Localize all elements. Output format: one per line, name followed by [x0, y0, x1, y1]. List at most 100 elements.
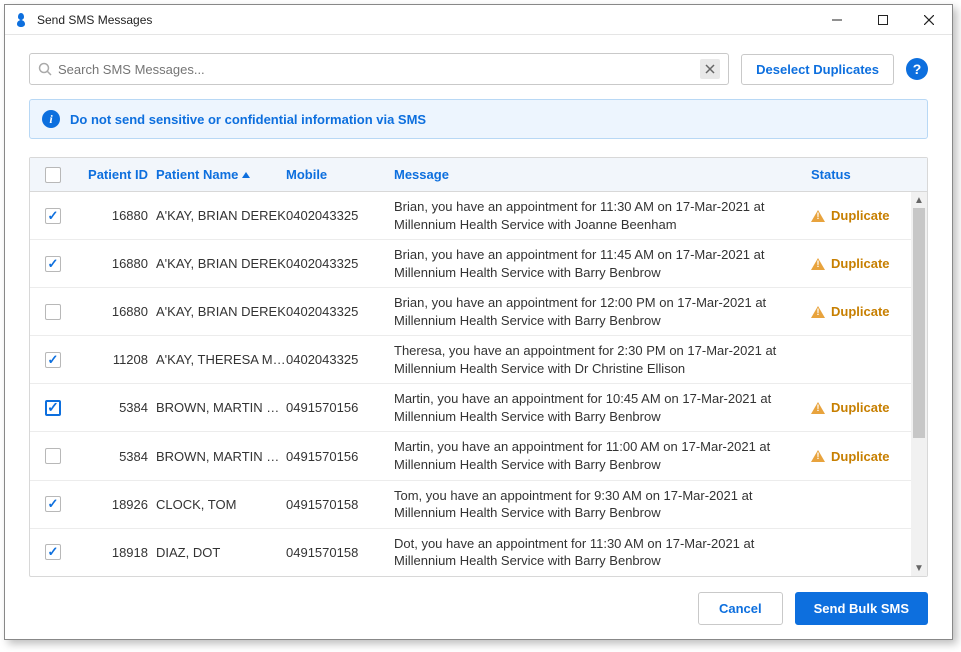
window-controls — [814, 5, 952, 34]
maximize-button[interactable] — [860, 5, 906, 34]
cell-patient-name: A'KAY, BRIAN DEREK — [156, 304, 286, 319]
warning-icon — [811, 258, 825, 270]
warning-icon — [811, 210, 825, 222]
table-row[interactable]: 16880A'KAY, BRIAN DEREK0402043325Brian, … — [30, 288, 927, 336]
row-checkbox[interactable] — [45, 544, 61, 560]
table-row[interactable]: 16880A'KAY, BRIAN DEREK0402043325Brian, … — [30, 240, 927, 288]
header-mobile[interactable]: Mobile — [286, 167, 394, 182]
cell-patient-name: CLOCK, TOM — [156, 497, 286, 512]
cell-mobile: 0402043325 — [286, 256, 394, 271]
row-checkbox-cell[interactable] — [30, 544, 76, 560]
info-icon: i — [42, 110, 60, 128]
cell-mobile: 0402043325 — [286, 352, 394, 367]
cell-message: Dot, you have an appointment for 11:30 A… — [394, 535, 811, 570]
cell-mobile: 0491570156 — [286, 449, 394, 464]
scrollbar[interactable]: ▲ ▼ — [911, 192, 927, 576]
cell-status: Duplicate — [811, 304, 911, 319]
row-checkbox[interactable] — [45, 448, 61, 464]
table-body: 16880A'KAY, BRIAN DEREK0402043325Brian, … — [30, 192, 927, 576]
table-row[interactable]: 18918DIAZ, DOT0491570158Dot, you have an… — [30, 529, 927, 576]
cell-message: Martin, you have an appointment for 11:0… — [394, 438, 811, 473]
window-title: Send SMS Messages — [37, 13, 814, 27]
status-label: Duplicate — [831, 304, 890, 319]
scroll-up-icon[interactable]: ▲ — [911, 192, 927, 208]
status-label: Duplicate — [831, 400, 890, 415]
warning-icon — [811, 402, 825, 414]
cell-message: Brian, you have an appointment for 12:00… — [394, 294, 811, 329]
cell-mobile: 0491570158 — [286, 497, 394, 512]
header-status[interactable]: Status — [811, 167, 911, 182]
table-header: Patient ID Patient Name Mobile Message S… — [30, 158, 927, 192]
help-icon[interactable]: ? — [906, 58, 928, 80]
cell-patient-name: BROWN, MARTIN EV... — [156, 400, 286, 415]
cell-patient-name: A'KAY, BRIAN DEREK — [156, 208, 286, 223]
row-checkbox-cell[interactable] — [30, 448, 76, 464]
header-patient-id[interactable]: Patient ID — [76, 167, 156, 182]
status-duplicate: Duplicate — [811, 400, 911, 415]
sort-ascending-icon — [242, 172, 250, 178]
table-row[interactable]: 5384BROWN, MARTIN EV...0491570156Martin,… — [30, 384, 927, 432]
cell-message: Brian, you have an appointment for 11:30… — [394, 198, 811, 233]
sms-table: Patient ID Patient Name Mobile Message S… — [29, 157, 928, 577]
cell-patient-name: BROWN, MARTIN EV... — [156, 449, 286, 464]
cell-patient-name: A'KAY, BRIAN DEREK — [156, 256, 286, 271]
cell-mobile: 0491570156 — [286, 400, 394, 415]
cancel-button[interactable]: Cancel — [698, 592, 783, 625]
header-patient-name[interactable]: Patient Name — [156, 167, 286, 182]
clear-search-button[interactable] — [700, 59, 720, 79]
scroll-down-icon[interactable]: ▼ — [911, 560, 927, 576]
row-checkbox[interactable] — [45, 400, 61, 416]
row-checkbox-cell[interactable] — [30, 208, 76, 224]
row-checkbox-cell[interactable] — [30, 352, 76, 368]
row-checkbox[interactable] — [45, 208, 61, 224]
status-duplicate: Duplicate — [811, 208, 911, 223]
cell-status: Duplicate — [811, 208, 911, 223]
deselect-duplicates-button[interactable]: Deselect Duplicates — [741, 54, 894, 85]
cell-status: Duplicate — [811, 256, 911, 271]
cell-patient-name: DIAZ, DOT — [156, 545, 286, 560]
header-message[interactable]: Message — [394, 167, 811, 182]
send-bulk-sms-button[interactable]: Send Bulk SMS — [795, 592, 928, 625]
row-checkbox-cell[interactable] — [30, 400, 76, 416]
cell-patient-id: 11208 — [76, 352, 156, 367]
cell-patient-id: 18926 — [76, 497, 156, 512]
cell-patient-name: A'KAY, THERESA MAY — [156, 352, 286, 367]
minimize-button[interactable] — [814, 5, 860, 34]
select-all-checkbox[interactable] — [45, 167, 61, 183]
warning-icon — [811, 450, 825, 462]
cell-mobile: 0402043325 — [286, 208, 394, 223]
row-checkbox[interactable] — [45, 352, 61, 368]
search-input[interactable] — [58, 62, 700, 77]
content-area: Deselect Duplicates ? i Do not send sens… — [5, 35, 952, 577]
info-banner: i Do not send sensitive or confidential … — [29, 99, 928, 139]
scroll-thumb[interactable] — [913, 208, 925, 438]
table-row[interactable]: 11208A'KAY, THERESA MAY0402043325Theresa… — [30, 336, 927, 384]
cell-message: Tom, you have an appointment for 9:30 AM… — [394, 487, 811, 522]
warning-icon — [811, 306, 825, 318]
row-checkbox[interactable] — [45, 304, 61, 320]
cell-status: Duplicate — [811, 449, 911, 464]
cell-message: Theresa, you have an appointment for 2:3… — [394, 342, 811, 377]
table-row[interactable]: 5384BROWN, MARTIN EV...0491570156Martin,… — [30, 432, 927, 480]
status-duplicate: Duplicate — [811, 304, 911, 319]
row-checkbox-cell[interactable] — [30, 304, 76, 320]
cell-patient-id: 16880 — [76, 304, 156, 319]
cell-message: Brian, you have an appointment for 11:45… — [394, 246, 811, 281]
table-row[interactable]: 16880A'KAY, BRIAN DEREK0402043325Brian, … — [30, 192, 927, 240]
row-checkbox[interactable] — [45, 496, 61, 512]
table-row[interactable]: 18926CLOCK, TOM0491570158Tom, you have a… — [30, 481, 927, 529]
row-checkbox[interactable] — [45, 256, 61, 272]
cell-patient-id: 16880 — [76, 256, 156, 271]
status-label: Duplicate — [831, 208, 890, 223]
row-checkbox-cell[interactable] — [30, 496, 76, 512]
titlebar: Send SMS Messages — [5, 5, 952, 35]
status-duplicate: Duplicate — [811, 256, 911, 271]
close-button[interactable] — [906, 5, 952, 34]
cell-patient-id: 18918 — [76, 545, 156, 560]
row-checkbox-cell[interactable] — [30, 256, 76, 272]
search-field[interactable] — [29, 53, 729, 85]
cell-mobile: 0402043325 — [286, 304, 394, 319]
status-label: Duplicate — [831, 256, 890, 271]
cell-status: Duplicate — [811, 400, 911, 415]
header-select-all[interactable] — [30, 167, 76, 183]
